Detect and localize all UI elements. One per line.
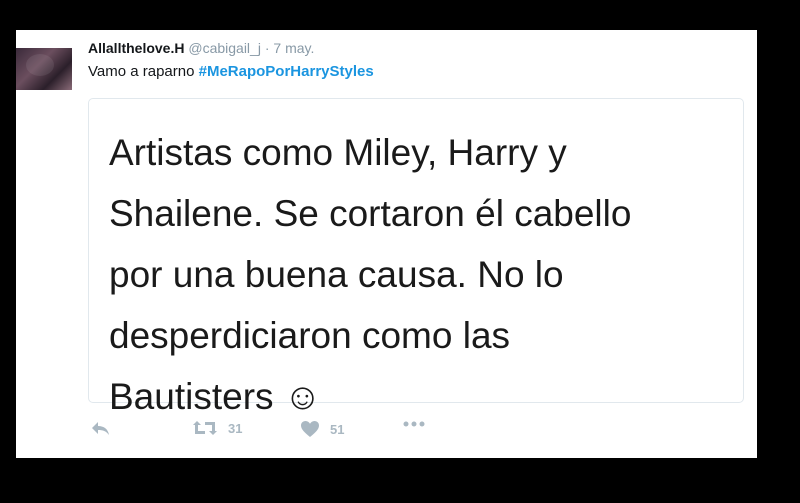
tweet-text: Vamo a raparno #MeRapoPorHarryStyles xyxy=(88,63,374,80)
media-text: Artistas como Miley, Harry y Shailene. S… xyxy=(109,122,729,427)
tweet-text-prefix: Vamo a raparno xyxy=(88,63,199,80)
retweet-icon xyxy=(192,420,218,436)
like-button[interactable]: 51 xyxy=(300,420,344,438)
media-text-line: Bautisters ☺ xyxy=(109,376,322,417)
more-icon xyxy=(402,420,426,428)
like-count: 51 xyxy=(330,421,345,437)
tweet: Allallthelove.H @cabigail_j · 7 may. Vam… xyxy=(16,30,757,458)
media-text-line: desperdiciaron como las xyxy=(109,315,511,356)
hashtag-link[interactable]: #MeRapoPorHarryStyles xyxy=(199,63,374,80)
media-text-line: por una buena causa. No lo xyxy=(109,254,564,295)
media-card[interactable]: Artistas como Miley, Harry y Shailene. S… xyxy=(88,98,744,417)
reply-icon xyxy=(90,420,110,436)
timestamp[interactable]: 7 may. xyxy=(273,40,314,56)
handle[interactable]: @cabigail_j xyxy=(188,40,261,56)
media-text-line: Shailene. Se cortaron él cabello xyxy=(109,193,632,234)
reply-button[interactable] xyxy=(90,420,110,436)
retweet-button[interactable]: 31 xyxy=(192,420,242,436)
tweet-header: Allallthelove.H @cabigail_j · 7 may. xyxy=(88,40,314,56)
action-bar: 31 51 xyxy=(88,420,488,444)
separator: · xyxy=(264,40,270,56)
retweet-count: 31 xyxy=(228,420,243,436)
more-button[interactable] xyxy=(402,420,426,428)
avatar[interactable] xyxy=(16,48,72,90)
media-text-line: Artistas como Miley, Harry y xyxy=(109,132,567,173)
display-name[interactable]: Allallthelove.H xyxy=(88,40,184,56)
heart-icon xyxy=(300,420,320,438)
